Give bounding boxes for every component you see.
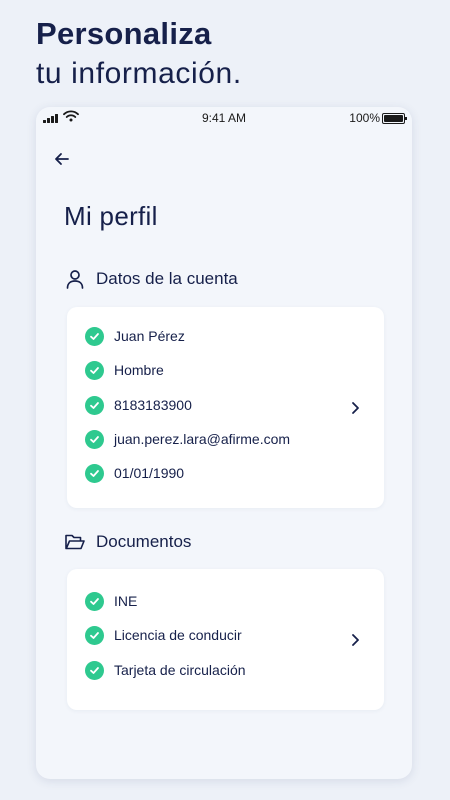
account-phone: 8183183900 — [114, 397, 192, 413]
list-item: Tarjeta de circulación — [85, 659, 246, 681]
promo-headline: Personaliza tu información. — [36, 14, 242, 94]
list-item: Juan Pérez — [85, 325, 185, 347]
list-item: INE — [85, 590, 137, 612]
account-email: juan.perez.lara@afirme.com — [114, 431, 291, 447]
account-birthdate: 01/01/1990 — [114, 465, 185, 481]
check-icon — [85, 591, 104, 611]
list-item: Hombre — [85, 359, 164, 381]
account-gender: Hombre — [114, 362, 164, 378]
phone-screen: 9:41 AM 100% Mi perfil Datos de la cuent… — [36, 107, 412, 779]
chevron-right-icon[interactable] — [348, 633, 362, 647]
battery-icon — [382, 113, 407, 124]
check-icon — [85, 463, 104, 483]
document-vehicle-card: Tarjeta de circulación — [114, 662, 246, 678]
check-icon — [85, 395, 104, 415]
list-item: Licencia de conducir — [85, 624, 242, 646]
list-item: juan.perez.lara@afirme.com — [85, 428, 290, 450]
check-icon — [85, 429, 104, 449]
status-bar: 9:41 AM 100% — [36, 107, 412, 129]
back-arrow-icon[interactable] — [50, 147, 74, 171]
page-title: Mi perfil — [64, 201, 158, 231]
check-icon — [85, 326, 104, 346]
account-name: Juan Pérez — [114, 328, 185, 344]
section-documents-label: Documentos — [96, 532, 192, 551]
list-item: 01/01/1990 — [85, 462, 184, 484]
section-account-label: Datos de la cuenta — [96, 269, 238, 288]
headline-line-2: tu información. — [36, 57, 242, 90]
account-card[interactable]: Juan Pérez Hombre 8183183900 juan.perez.… — [67, 307, 384, 508]
battery-percentage: 100% — [349, 111, 380, 125]
folder-icon — [65, 534, 85, 550]
chevron-right-icon[interactable] — [348, 401, 362, 415]
headline-line-1: Personaliza — [36, 16, 212, 51]
section-account-header: Datos de la cuenta — [64, 268, 238, 290]
document-ine: INE — [114, 593, 138, 609]
list-item: 8183183900 — [85, 394, 192, 416]
document-license: Licencia de conducir — [114, 627, 242, 643]
section-documents-header: Documentos — [64, 531, 191, 553]
check-icon — [85, 660, 104, 680]
check-icon — [85, 360, 104, 380]
user-icon — [66, 270, 84, 289]
documents-card[interactable]: INE Licencia de conducir Tarjeta de circ… — [67, 569, 384, 710]
check-icon — [85, 625, 104, 645]
